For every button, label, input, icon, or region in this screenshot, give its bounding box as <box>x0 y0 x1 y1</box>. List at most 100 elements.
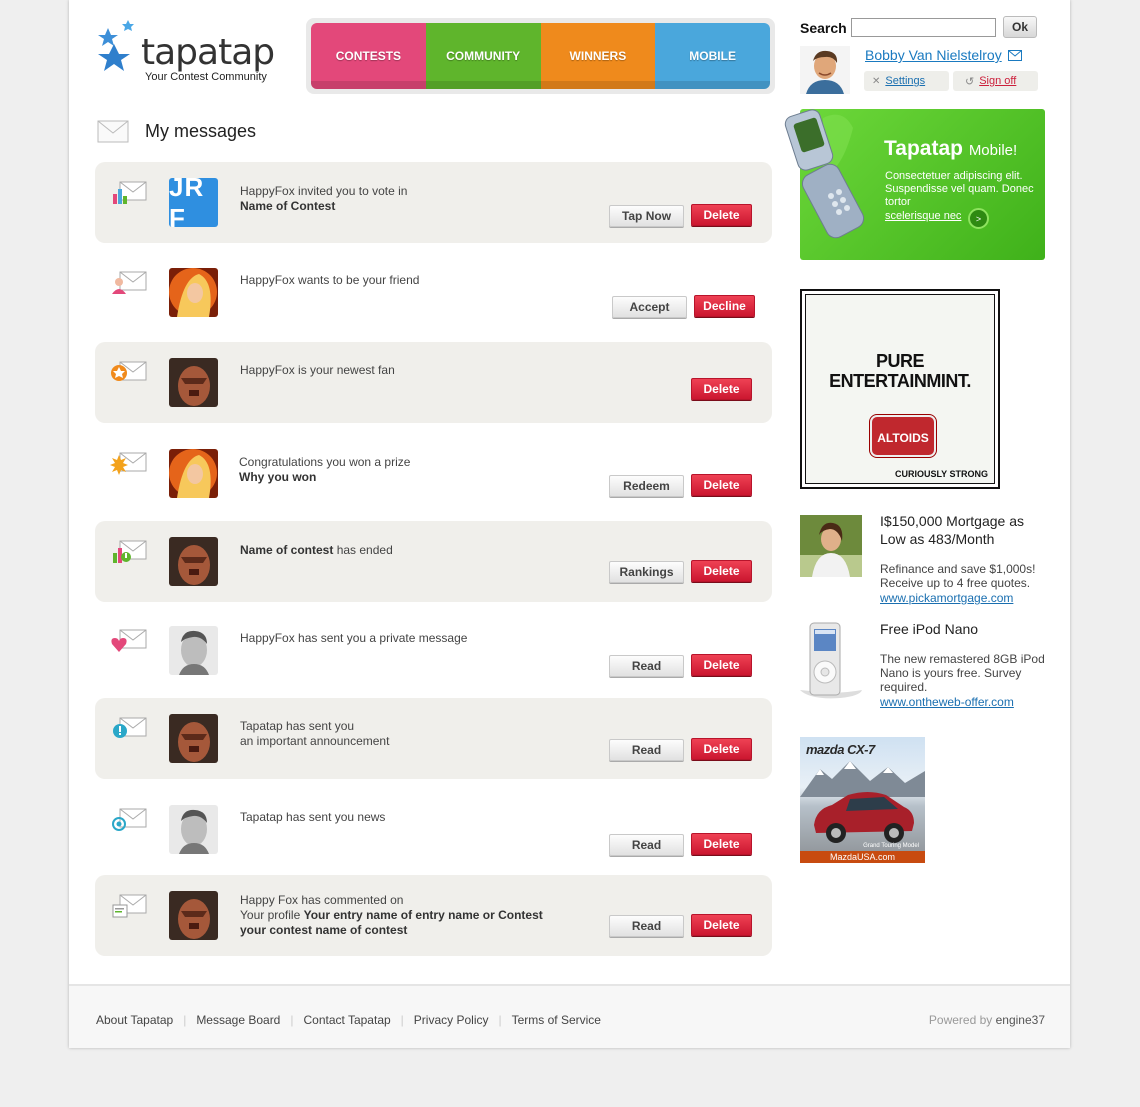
mazda-logo: mazda CX-7 <box>806 742 875 757</box>
footer-link-contact[interactable]: Contact Tapatap <box>303 1013 390 1027</box>
logo-wordmark[interactable]: tapatap <box>141 32 275 73</box>
delete-button[interactable]: Delete <box>691 378 752 400</box>
username-link[interactable]: Bobby Van Nielstelroy <box>865 47 1002 63</box>
message-item: JR F HappyFox invited you to vote in Nam… <box>95 162 772 243</box>
powered-by-link[interactable]: engine37 <box>996 1013 1045 1027</box>
flip-phone-icon <box>784 109 865 239</box>
car-icon <box>814 792 914 843</box>
read-button[interactable]: Read <box>609 655 684 677</box>
settings-icon: ✕ <box>872 75 881 87</box>
promo-title: Tapatap Mobile! <box>884 137 1018 160</box>
signoff-label: Sign off <box>979 75 1017 87</box>
promo-link[interactable]: scelerisque nec <box>885 210 961 222</box>
arrow-right-icon[interactable]: > <box>968 208 989 229</box>
search-input[interactable] <box>851 18 996 37</box>
footer: About Tapatap | Message Board | Contact … <box>69 984 1070 1048</box>
sender-avatar[interactable] <box>169 626 218 675</box>
sender-avatar[interactable] <box>169 449 218 498</box>
sender-avatar[interactable] <box>169 891 218 940</box>
envelope-icon <box>97 120 129 143</box>
message-item: HappyFox has sent you a private message … <box>95 610 772 691</box>
fan-star-icon <box>111 361 147 381</box>
powered-by: Powered by engine37 <box>928 1013 1045 1027</box>
delete-button[interactable]: Delete <box>691 560 752 582</box>
delete-button[interactable]: Delete <box>691 654 752 676</box>
sender-avatar[interactable] <box>169 358 218 407</box>
rankings-button[interactable]: Rankings <box>609 561 684 583</box>
search-ok-button[interactable]: Ok <box>1003 16 1037 38</box>
delete-button[interactable]: Delete <box>691 738 752 760</box>
message-text: HappyFox is your newest fan <box>240 363 395 377</box>
ipod-icon[interactable] <box>800 620 862 702</box>
footer-separator: | <box>498 1013 502 1027</box>
delete-button[interactable]: Delete <box>691 204 752 226</box>
tab-winners[interactable]: WINNERS <box>540 23 656 89</box>
footer-separator: | <box>183 1013 187 1027</box>
tab-mobile[interactable]: MOBILE <box>655 23 770 89</box>
search-label: Search <box>800 20 847 36</box>
ad-headline: PURE ENTERTAINMINT. <box>829 351 971 391</box>
altoids-ad[interactable]: PURE ENTERTAINMINT. ALTOIDS CURIOUSLY ST… <box>800 289 1000 489</box>
delete-button[interactable]: Delete <box>691 833 752 855</box>
footer-link-message-board[interactable]: Message Board <box>196 1013 280 1027</box>
sender-avatar[interactable]: JR F <box>169 178 218 227</box>
footer-link-privacy[interactable]: Privacy Policy <box>414 1013 489 1027</box>
ad-body: Refinance and save $1,000s! Receive up t… <box>880 562 1036 590</box>
message-item: Tapatap has sent you an important announ… <box>95 698 772 779</box>
footer-separator: | <box>400 1013 404 1027</box>
message-text: Happy Fox has commented on Your profile … <box>240 893 543 937</box>
footer-separator: | <box>290 1013 294 1027</box>
settings-button[interactable]: ✕ Settings <box>864 71 949 91</box>
ad-tagline: CURIOUSLY STRONG <box>894 469 988 479</box>
logo-tagline: Your Contest Community <box>145 71 267 83</box>
signoff-button[interactable]: ↺ Sign off <box>953 71 1038 91</box>
tap-now-button[interactable]: Tap Now <box>609 205 684 227</box>
sender-avatar[interactable] <box>169 268 218 317</box>
ad-title[interactable]: Free iPod Nano <box>880 620 1050 638</box>
message-text: HappyFox invited you to vote in Name of … <box>240 184 408 213</box>
message-text: Congratulations you won a prize Why you … <box>239 455 411 484</box>
sender-avatar[interactable] <box>169 714 218 763</box>
announcement-icon <box>113 717 147 738</box>
message-text: HappyFox wants to be your friend <box>240 273 420 287</box>
mazda-url[interactable]: MazdaUSA.com <box>800 851 925 863</box>
decline-button[interactable]: Decline <box>694 295 755 317</box>
message-item: HappyFox wants to be your friend Accept … <box>95 252 772 333</box>
redeem-button[interactable]: Redeem <box>609 475 684 497</box>
tab-community[interactable]: COMMUNITY <box>425 23 541 89</box>
settings-label: Settings <box>885 75 926 87</box>
footer-link-about[interactable]: About Tapatap <box>96 1013 173 1027</box>
sender-avatar[interactable] <box>169 537 218 586</box>
message-text: HappyFox has sent you a private message <box>240 631 468 645</box>
tab-contests[interactable]: CONTESTS <box>311 23 426 89</box>
page-title: My messages <box>145 121 257 141</box>
mail-icon[interactable] <box>1008 50 1022 61</box>
footer-link-terms[interactable]: Terms of Service <box>512 1013 601 1027</box>
ad-link[interactable]: www.pickamortgage.com <box>880 591 1013 605</box>
sender-avatar[interactable] <box>169 805 218 854</box>
accept-button[interactable]: Accept <box>612 296 687 318</box>
news-icon <box>112 808 147 831</box>
user-avatar[interactable] <box>800 46 850 94</box>
delete-button[interactable]: Delete <box>691 914 752 936</box>
delete-button[interactable]: Delete <box>691 474 752 496</box>
logo-stars-icon <box>98 20 134 71</box>
mazda-ad[interactable]: mazda CX-7 Grand Touring Model MazdaUSA.… <box>800 737 925 863</box>
message-text: Tapatap has sent you news <box>240 810 386 824</box>
comment-icon <box>112 894 147 918</box>
main-nav: CONTESTS COMMUNITY WINNERS MOBILE <box>306 18 775 94</box>
ad-title[interactable]: I$150,000 Mortgage as Low as 483/Month <box>880 512 1050 548</box>
altoids-tin-logo: ALTOIDS <box>870 415 936 457</box>
ad-body: The new remastered 8GB iPod Nano is your… <box>880 652 1045 694</box>
message-item: Congratulations you won a prize Why you … <box>95 433 772 514</box>
read-button[interactable]: Read <box>609 739 684 761</box>
mortgage-ad-photo[interactable] <box>800 515 862 577</box>
footer-links: About Tapatap | Message Board | Contact … <box>96 1013 601 1027</box>
page: tapatap Your Contest Community CONTESTS … <box>69 0 1070 1048</box>
message-item: Name of contest has ended Rankings Delet… <box>95 521 772 602</box>
contest-chart-icon <box>113 181 147 204</box>
ad-link[interactable]: www.ontheweb-offer.com <box>880 695 1014 709</box>
read-button[interactable]: Read <box>609 915 684 937</box>
mazda-model-label: Grand Touring Model <box>863 843 919 849</box>
read-button[interactable]: Read <box>609 834 684 856</box>
